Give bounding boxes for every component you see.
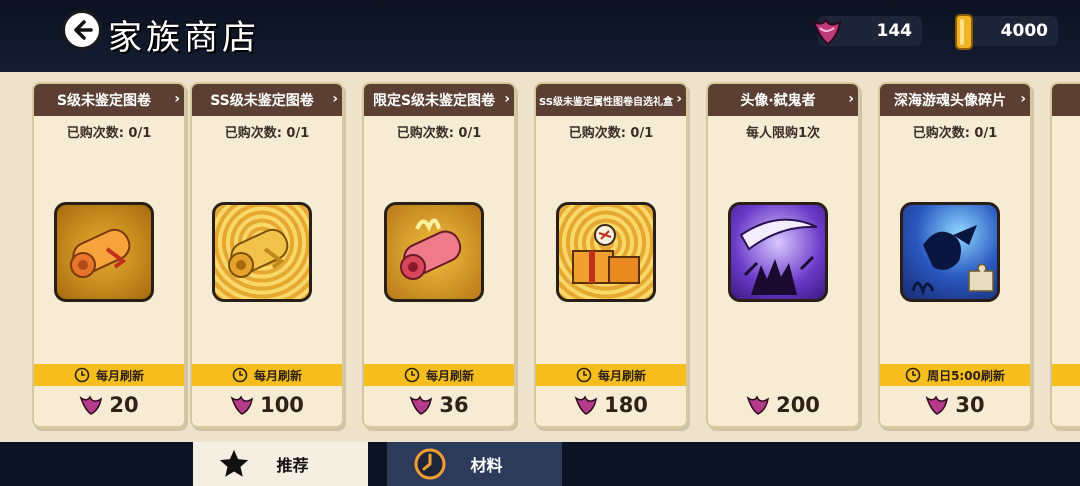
item-title-bar	[1052, 84, 1080, 116]
shop-item-card[interactable]: S级未鉴定图卷 › 已购次数: 0/1 每月刷新 20	[32, 82, 186, 428]
price-tag: 36	[364, 390, 514, 420]
item-title: SS级未鉴定属性图卷自选礼盒	[539, 96, 673, 108]
currency-bat-token[interactable]: 144	[812, 16, 922, 46]
item-icon-frame	[728, 202, 828, 302]
shop-item-card[interactable]: SS级未鉴定图卷 › 已购次数: 0/1 每月刷新 100	[190, 82, 344, 428]
price-tag: 100	[192, 390, 342, 420]
item-title-bar[interactable]: 深海游魂头像碎片 ›	[880, 84, 1030, 116]
price-value: 100	[260, 393, 304, 417]
price-tag: 180	[536, 390, 686, 420]
bat-wing-token-icon	[812, 18, 842, 46]
price-value: 36	[439, 393, 469, 417]
shop-item-card[interactable]: 限定S级未鉴定图卷 › 已购次数: 0/1 每月刷新 36	[362, 82, 516, 428]
currency-value: 4000	[1000, 21, 1048, 41]
tab-label: 材料	[470, 456, 503, 475]
bat-wing-token-icon	[746, 395, 770, 415]
currency-value: 144	[876, 21, 913, 41]
item-title-bar[interactable]: S级未鉴定图卷 ›	[34, 84, 184, 116]
refresh-bar: 周日5:00刷新	[880, 364, 1030, 386]
refresh-text: 周日5:00刷新	[927, 368, 1005, 383]
bat-wing-token-icon	[409, 395, 433, 415]
clock-icon	[232, 367, 248, 383]
item-icon-frame	[54, 202, 154, 302]
price-tag: 20	[34, 390, 184, 420]
chevron-right-icon: ›	[504, 91, 510, 107]
item-title: 限定S级未鉴定图卷	[372, 93, 496, 109]
purchase-limit: 已购次数: 0/1	[912, 126, 998, 141]
purchase-limit: 每人限购1次	[745, 126, 821, 141]
refresh-bar	[708, 364, 858, 386]
bat-wing-token-icon	[925, 395, 949, 415]
refresh-bar: 每月刷新	[34, 364, 184, 386]
gold-bar-icon	[955, 14, 973, 50]
back-arrow-icon	[74, 20, 93, 40]
item-icon-frame	[556, 202, 656, 302]
deep-sea-avatar-fragment-icon	[911, 225, 994, 296]
price-tag: 200	[708, 390, 858, 420]
item-title: SS级未鉴定图卷	[210, 93, 314, 109]
item-icon-frame	[900, 202, 1000, 302]
star-icon	[219, 449, 249, 477]
back-button[interactable]	[62, 10, 102, 50]
item-title: 头像·弑鬼者	[740, 93, 816, 109]
orange-scroll-icon	[70, 228, 131, 278]
shop-item-card[interactable]: SS级未鉴定属性图卷自选礼盒 › 已购次数: 0/1 每月刷新 180	[534, 82, 688, 428]
chevron-right-icon: ›	[332, 91, 338, 107]
refresh-text: 每月刷新	[253, 368, 302, 383]
demon-slayer-avatar-icon	[739, 218, 818, 295]
refresh-text: 每月刷新	[597, 368, 646, 383]
shop-item-card[interactable]: 深海游魂头像碎片 › 已购次数: 0/1 周日5:00刷新 30	[878, 82, 1032, 428]
item-icon-frame	[384, 202, 484, 302]
clock-icon	[404, 367, 420, 383]
tab-label: 推荐	[276, 456, 309, 475]
item-icon-frame	[212, 202, 312, 302]
item-title-bar[interactable]: SS级未鉴定图卷 ›	[192, 84, 342, 116]
bat-wing-token-icon	[79, 395, 103, 415]
chevron-right-icon: ›	[1020, 91, 1026, 107]
shop-item-card[interactable]: 头像·弑鬼者 › 每人限购1次 200	[706, 82, 860, 428]
page-title: 家族商店	[108, 18, 260, 58]
refresh-bar: 每月刷新	[192, 364, 342, 386]
clock-icon	[576, 367, 592, 383]
price-value: 30	[955, 393, 985, 417]
bat-wing-token-icon	[574, 395, 598, 415]
purchase-limit: 已购次数: 0/1	[224, 126, 310, 141]
price-tag: 30	[880, 390, 1030, 420]
clock-icon	[414, 448, 446, 480]
refresh-text: 每月刷新	[425, 368, 474, 383]
item-title-bar[interactable]: 限定S级未鉴定图卷 ›	[364, 84, 514, 116]
clock-icon	[905, 367, 921, 383]
clock-icon	[74, 367, 90, 383]
price-value: 20	[109, 393, 139, 417]
purchase-limit: 已购次数: 0/1	[568, 126, 654, 141]
tab-recommended[interactable]: 推荐	[193, 442, 368, 486]
purchase-limit: 已购次数: 0/1	[396, 126, 482, 141]
refresh-bar: 每月刷新	[364, 364, 514, 386]
bat-wing-token-icon	[230, 395, 254, 415]
item-title-bar[interactable]: 头像·弑鬼者 ›	[708, 84, 858, 116]
item-title-bar[interactable]: SS级未鉴定属性图卷自选礼盒 ›	[536, 84, 686, 116]
item-title: S级未鉴定图卷	[56, 93, 152, 109]
gift-box-icon	[572, 224, 640, 284]
pink-scroll-icon	[400, 218, 462, 280]
gold-scroll-icon	[228, 228, 289, 278]
tab-materials[interactable]: 材料	[387, 442, 562, 486]
shop-panel: S级未鉴定图卷 › 已购次数: 0/1 每月刷新 20 SS级未鉴定图卷 › 已…	[0, 72, 1080, 442]
refresh-bar	[1052, 364, 1080, 386]
price-value: 200	[776, 393, 820, 417]
top-bar: 家族商店 144 4000	[0, 0, 1080, 72]
chevron-right-icon: ›	[174, 91, 180, 107]
item-title: 深海游魂头像碎片	[894, 93, 1006, 109]
chevron-right-icon: ›	[848, 91, 854, 107]
purchase-limit: 已购次数: 0/1	[66, 126, 152, 141]
price-value: 180	[604, 393, 648, 417]
chevron-right-icon: ›	[676, 91, 682, 107]
refresh-text: 每月刷新	[95, 368, 144, 383]
currency-gold[interactable]: 4000	[955, 14, 1058, 50]
shop-item-card-partial[interactable]	[1050, 82, 1080, 428]
refresh-bar: 每月刷新	[536, 364, 686, 386]
